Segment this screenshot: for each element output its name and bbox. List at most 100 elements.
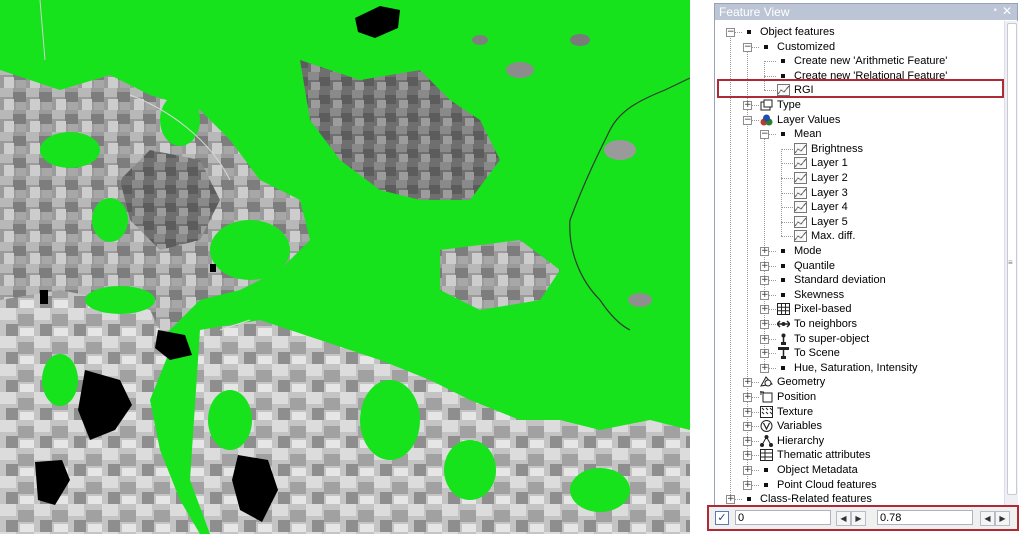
tree-item-to-super-object[interactable]: + To super-object [715,332,1003,346]
tree-branch-line [764,61,776,63]
tree-item-create-new-arithmetic-feature[interactable]: Create new 'Arithmetic Feature' [715,54,1003,68]
bullet-icon [781,365,785,370]
tree-item-label: Layer Values [777,113,841,126]
tree-item-label: Object features [760,26,835,38]
rgi-highlight-box [717,79,1004,98]
tree-item-label: Variables [777,420,823,433]
image-view[interactable] [0,0,690,534]
expand-icon[interactable]: + [743,466,752,475]
expand-icon[interactable]: + [726,495,735,505]
expand-icon[interactable]: + [743,436,752,446]
bullet-icon [781,132,785,137]
close-icon[interactable]: ✕ [1002,4,1012,18]
tree-item-customized[interactable]: − Customized [715,40,1003,54]
expand-icon[interactable]: + [760,261,769,271]
pin-icon[interactable]: ▪ [993,5,997,16]
tree-item-object-metadata[interactable]: + Object Metadata [715,463,1003,477]
tree-branch-line [781,178,793,179]
expand-icon[interactable]: + [743,407,752,417]
tree-item-standard-deviation[interactable]: + Standard deviation [715,273,1003,287]
bullet-icon [781,263,785,268]
tree-item-thematic-attributes[interactable]: + Thematic attributes [715,448,1003,462]
collapse-icon[interactable]: − [743,115,752,125]
tree-item-point-cloud-features[interactable]: + Point Cloud features [715,478,1003,492]
tree-item-layer-4[interactable]: Layer 4 [715,200,1003,214]
tree-branch-line [781,221,793,223]
tree-item-layer-1[interactable]: Layer 1 [715,156,1003,170]
tree-item-position[interactable]: + Position [715,390,1003,404]
expand-icon[interactable]: + [760,320,769,329]
bullet-icon [764,468,768,472]
tree-item-layer-2[interactable]: Layer 2 [715,171,1003,185]
scene-icon [777,347,790,360]
tree-item-hierarchy[interactable]: + Hierarchy [715,434,1003,448]
expand-icon[interactable]: + [743,101,752,110]
expand-icon[interactable]: + [760,363,769,373]
expand-icon[interactable]: + [760,305,769,315]
feature-graph-icon [794,215,807,228]
bullet-icon [781,73,785,78]
feature-graph-icon [794,172,807,184]
tree-item-layer-5[interactable]: Layer 5 [715,215,1003,229]
tree-item-quantile[interactable]: + Quantile [715,259,1003,273]
bullet-icon [747,30,751,34]
tree-item-label: Standard deviation [794,274,886,287]
tree-item-label: Layer 4 [811,201,848,214]
tree-item-label: Position [777,391,817,403]
feature-graph-icon [794,201,807,214]
tree-branch-line [781,236,793,238]
tree-item-skewness[interactable]: + Skewness [715,288,1003,302]
tree-item-label: Brightness [811,142,863,155]
range-highlight-box [707,505,1019,531]
expand-icon[interactable]: + [760,334,769,344]
bullet-icon [764,482,768,487]
expand-icon[interactable]: + [743,393,752,402]
tree-item-pixel-based[interactable]: + Pixel-based [715,302,1003,316]
tree-item-label: Object Metadata [777,464,858,476]
hierarchy-icon [760,434,773,447]
tree-branch-line [781,148,793,150]
tree-item-object-features[interactable]: − Object features [715,25,1003,39]
tree-item-layer-values[interactable]: − Layer Values [715,113,1003,127]
expand-icon[interactable]: + [743,480,752,490]
tree-item-label: Texture [777,405,814,418]
tree-item-to-neighbors[interactable]: + To neighbors [715,317,1003,331]
expand-icon[interactable]: + [760,247,769,256]
expand-icon[interactable]: + [760,290,769,300]
tree-item-label: To Scene [794,347,840,360]
bullet-icon [747,497,751,502]
tree-item-variables[interactable]: + Variables [715,419,1003,433]
tree-item-geometry[interactable]: + Geometry [715,375,1003,389]
tree-item-label: Customized [777,40,836,53]
expand-icon[interactable]: + [743,422,752,432]
bullet-icon [781,249,785,253]
tree-item-type[interactable]: + Type [715,98,1003,112]
tree-item-layer-3[interactable]: Layer 3 [715,186,1003,200]
scrollbar-grip-icon: ≡ [1008,258,1013,267]
expand-icon[interactable]: + [743,378,752,388]
tree-item-mode[interactable]: + Mode [715,244,1003,258]
tree-item-to-scene[interactable]: + To Scene [715,346,1003,360]
tree-item-hue-saturation-intensity[interactable]: + Hue, Saturation, Intensity [715,361,1003,375]
tree-item-texture[interactable]: + Texture [715,405,1003,419]
tree-item-label: Class-Related features [760,493,872,505]
tree-item-label: Quantile [794,259,835,272]
tree-item-label: Skewness [794,288,845,301]
tree-item-mean[interactable]: − Mean [715,127,1003,141]
expand-icon[interactable]: + [760,276,769,286]
vertical-scrollbar[interactable]: ≡ [1004,21,1018,505]
tree-item-max-diff[interactable]: Max. diff. [715,229,1003,243]
collapse-icon[interactable]: − [726,28,735,37]
expand-icon[interactable]: + [743,451,752,461]
collapse-icon[interactable]: − [760,130,769,140]
expand-icon[interactable]: + [760,349,769,359]
panel-title: Feature View [719,5,790,19]
super-object-icon [777,333,790,345]
collapse-icon[interactable]: − [743,42,752,52]
tree-item-class-related-features[interactable]: + Class-Related features [715,492,1003,505]
tree-item-label: Hue, Saturation, Intensity [794,361,918,374]
tree-item-brightness[interactable]: Brightness [715,142,1003,156]
tree-item-label: Hierarchy [777,434,825,447]
feature-graph-icon [794,186,807,199]
layer-values-icon [760,114,773,126]
